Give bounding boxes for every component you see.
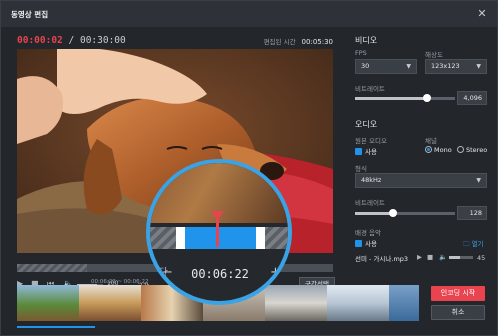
increment-button[interactable]: + bbox=[270, 265, 281, 280]
thumbnail[interactable] bbox=[79, 285, 141, 321]
chevron-down-icon: ▼ bbox=[476, 177, 481, 184]
checkbox-checked-icon bbox=[355, 148, 362, 155]
encode-start-button[interactable]: 인코딩 시작 bbox=[431, 286, 485, 301]
selected-range[interactable] bbox=[180, 227, 260, 249]
chevron-down-icon: ▼ bbox=[406, 63, 411, 70]
audio-bitrate-value[interactable]: 128 bbox=[457, 206, 487, 220]
video-bitrate-value[interactable]: 4,096 bbox=[457, 91, 487, 105]
format-value: 48kHz bbox=[361, 176, 382, 184]
bgm-volume-value: 45 bbox=[477, 254, 486, 262]
thumbnail[interactable] bbox=[327, 285, 389, 321]
channel-mono-label: Mono bbox=[434, 146, 452, 154]
resolution-value: 123x123 bbox=[431, 62, 460, 70]
editor-window: 동영상 편집 ✕ 00:00:02 / 00:30:00 편집된 시간 00:05… bbox=[0, 0, 498, 336]
thumbnail[interactable] bbox=[389, 285, 419, 321]
format-label: 형식 bbox=[355, 165, 367, 173]
original-audio-use: 사용 bbox=[365, 148, 377, 156]
radio-selected-icon bbox=[425, 146, 432, 153]
strip-progress-bar bbox=[17, 326, 95, 328]
bgm-open-button[interactable]: 🗀 열기 bbox=[463, 238, 484, 251]
bgm-volume-fill bbox=[449, 256, 460, 259]
video-bitrate-label: 비트레이트 bbox=[355, 85, 385, 93]
resolution-select[interactable]: 123x123 ▼ bbox=[425, 59, 487, 74]
window-title: 동영상 편집 bbox=[11, 9, 49, 19]
bgm-speaker-icon[interactable]: 🔈 bbox=[439, 253, 447, 261]
bgm-label: 배경 음악 bbox=[355, 229, 381, 237]
magnifier-time: 00:06:22 bbox=[191, 267, 249, 281]
bgm-volume-slider[interactable] bbox=[449, 256, 473, 259]
audio-bitrate-label: 비트레이트 bbox=[355, 199, 385, 207]
chevron-down-icon: ▼ bbox=[476, 63, 481, 70]
video-bitrate-slider[interactable] bbox=[355, 94, 455, 102]
folder-icon: 🗀 bbox=[463, 240, 470, 248]
current-time: 00:00:02 bbox=[17, 35, 63, 46]
edit-time-value: 00:05:30 bbox=[301, 38, 333, 46]
edit-time: 편집된 시간 00:05:30 bbox=[264, 36, 333, 46]
bgm-checkbox[interactable]: 사용 bbox=[355, 238, 377, 248]
fps-label: FPS bbox=[355, 49, 367, 57]
edit-time-label: 편집된 시간 bbox=[263, 38, 296, 46]
total-time: 00:30:00 bbox=[79, 35, 126, 46]
slider-knob[interactable] bbox=[423, 94, 431, 102]
time-separator: / bbox=[68, 35, 75, 46]
channel-stereo-label: Stereo bbox=[466, 146, 488, 154]
video-bitrate-fill bbox=[355, 97, 427, 100]
decrement-button[interactable]: − bbox=[162, 265, 173, 280]
close-icon[interactable]: ✕ bbox=[475, 7, 489, 21]
bgm-file-name: 선미 - 가시나.mp3 bbox=[355, 255, 409, 263]
scrubber-fill bbox=[17, 264, 87, 272]
original-audio-checkbox[interactable]: 사용 bbox=[355, 146, 377, 156]
bgm-stop-icon[interactable]: ■ bbox=[427, 253, 433, 261]
bgm-use: 사용 bbox=[365, 240, 377, 248]
fps-select[interactable]: 30 ▼ bbox=[355, 59, 417, 74]
bgm-play-icon[interactable]: ▶ bbox=[417, 253, 422, 261]
slider-knob[interactable] bbox=[389, 209, 397, 217]
bgm-open-label: 열기 bbox=[471, 240, 484, 248]
video-section-title: 비디오 bbox=[355, 36, 378, 45]
channel-label: 채널 bbox=[425, 137, 437, 145]
timecode: 00:00:02 / 00:30:00 bbox=[17, 35, 126, 46]
cancel-button[interactable]: 취소 bbox=[431, 305, 485, 320]
settings-panel: 비디오 FPS 해상도 30 ▼ 123x123 ▼ 비트레이트 4,096 오디오… bbox=[345, 27, 497, 279]
channel-stereo-radio[interactable]: Stereo bbox=[457, 146, 487, 154]
audio-bitrate-slider[interactable] bbox=[355, 209, 455, 217]
range-magnifier: 시작 − 00:06:22 + bbox=[146, 159, 292, 305]
audio-section-title: 오디오 bbox=[355, 120, 378, 129]
radio-icon bbox=[457, 146, 464, 153]
audio-bitrate-fill bbox=[355, 212, 393, 215]
fps-value: 30 bbox=[361, 62, 370, 70]
thumbnail[interactable] bbox=[17, 285, 79, 321]
original-audio-label: 원본 오디오 bbox=[355, 137, 387, 145]
checkbox-checked-icon bbox=[355, 240, 362, 247]
range-end-handle[interactable] bbox=[256, 227, 265, 249]
title-bar: 동영상 편집 ✕ bbox=[1, 1, 497, 27]
range-start-handle[interactable] bbox=[176, 227, 185, 249]
channel-mono-radio[interactable]: Mono bbox=[425, 146, 452, 154]
resolution-label: 해상도 bbox=[425, 51, 443, 59]
format-select[interactable]: 48kHz ▼ bbox=[355, 173, 487, 188]
